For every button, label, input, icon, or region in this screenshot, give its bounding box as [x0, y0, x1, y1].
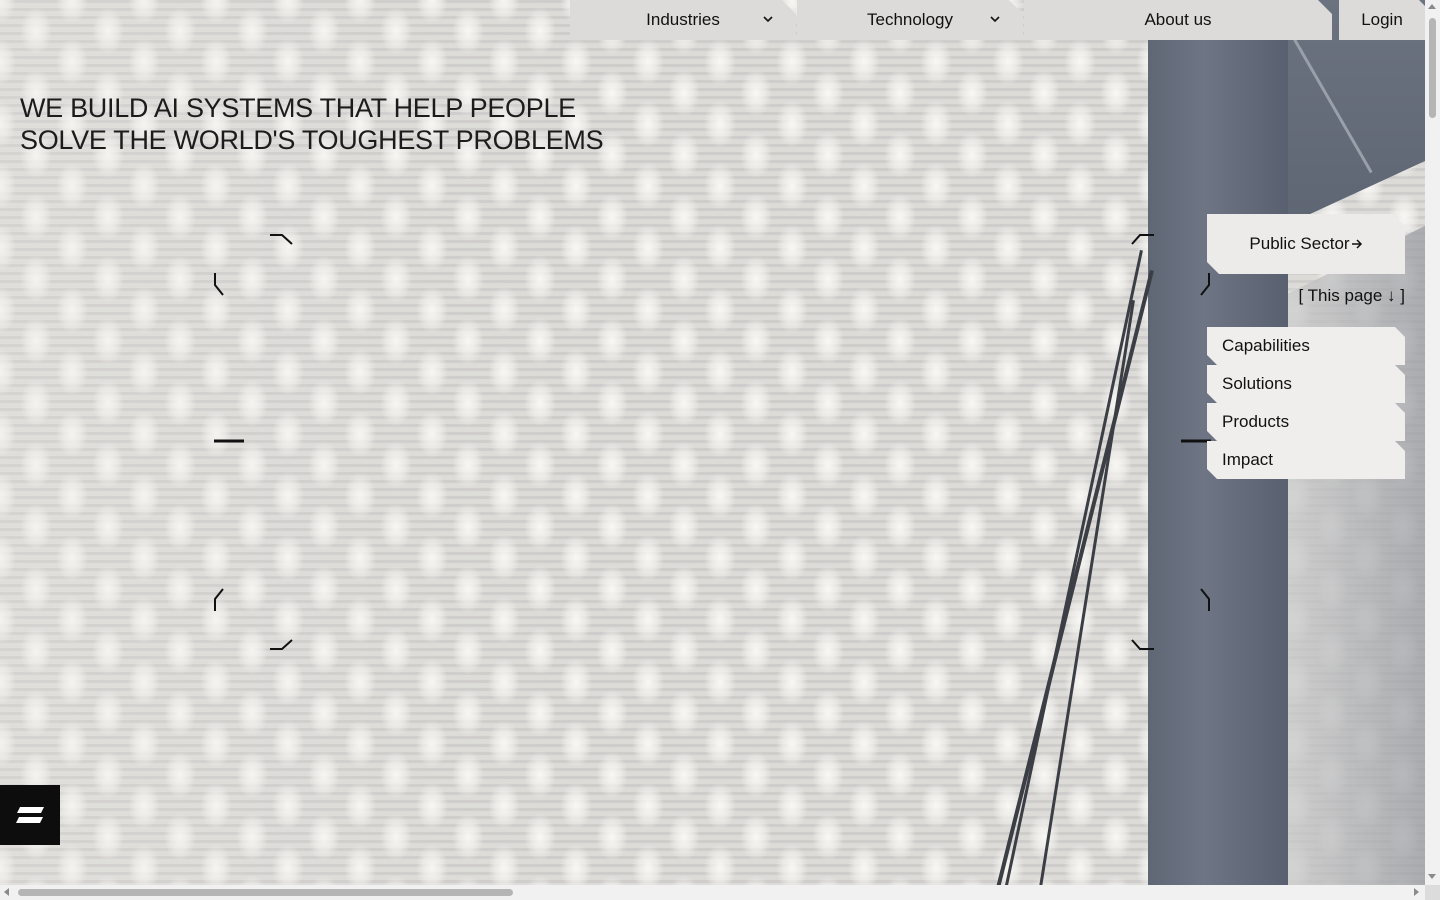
- frame-bracket-top-left-icon: [214, 234, 293, 296]
- nav-industries[interactable]: Industries: [570, 0, 796, 40]
- frame-bracket-top-right-icon: [1131, 234, 1210, 296]
- page-link-solutions[interactable]: Solutions: [1207, 365, 1405, 403]
- menu-button[interactable]: [0, 785, 60, 845]
- bridge-cable: [995, 270, 1154, 885]
- public-sector-button[interactable]: Public Sector: [1207, 214, 1405, 274]
- arrow-right-icon: [1351, 238, 1363, 250]
- nav-technology-label: Technology: [866, 10, 953, 29]
- scroll-up-icon[interactable]: [1428, 4, 1436, 9]
- scroll-left-icon[interactable]: [4, 888, 9, 896]
- frame-bracket-bottom-right-icon: [1131, 588, 1210, 650]
- page-link-impact[interactable]: Impact: [1207, 441, 1405, 479]
- nav-about-us[interactable]: About us: [1024, 0, 1332, 40]
- page-link-label: Solutions: [1222, 374, 1292, 393]
- nav-industries-label: Industries: [646, 10, 720, 29]
- public-sector-label: Public Sector: [1249, 234, 1350, 253]
- bridge-cable: [1035, 300, 1135, 885]
- scroll-right-icon[interactable]: [1414, 888, 1419, 896]
- scroll-down-icon[interactable]: [1428, 874, 1436, 879]
- bridge-cable: [1002, 250, 1143, 885]
- page-link-products[interactable]: Products: [1207, 403, 1405, 441]
- nav-technology[interactable]: Technology: [797, 0, 1023, 40]
- page-section-links: Capabilities Solutions Products Impact: [1207, 327, 1405, 479]
- frame-tick-left-icon: [214, 439, 244, 443]
- top-navigation: Industries Technology About us Login: [570, 0, 1434, 40]
- page-link-label: Products: [1222, 412, 1290, 431]
- login-button[interactable]: Login: [1339, 0, 1433, 40]
- page-link-capabilities[interactable]: Capabilities: [1207, 327, 1405, 365]
- chevron-down-icon: [989, 13, 1001, 25]
- chevron-down-icon: [762, 13, 774, 25]
- hero-headline-line-1: WE BUILD AI SYSTEMS THAT HELP PEOPLE: [20, 93, 576, 123]
- hero-headline: WE BUILD AI SYSTEMS THAT HELP PEOPLE SOL…: [20, 92, 640, 156]
- page-link-label: Capabilities: [1222, 336, 1310, 355]
- horizontal-scrollbar[interactable]: [0, 885, 1425, 900]
- login-label: Login: [1361, 10, 1403, 29]
- vertical-scroll-thumb[interactable]: [1429, 18, 1436, 118]
- vertical-scrollbar[interactable]: [1425, 0, 1440, 885]
- menu-icon: [16, 807, 44, 823]
- frame-bracket-bottom-left-icon: [214, 588, 293, 650]
- this-page-label: [ This page ↓ ]: [1298, 286, 1405, 305]
- nav-about-us-label: About us: [1144, 10, 1212, 29]
- page-link-label: Impact: [1222, 450, 1274, 469]
- hero-headline-line-2: SOLVE THE WORLD'S TOUGHEST PROBLEMS: [20, 125, 604, 155]
- horizontal-scroll-thumb[interactable]: [18, 889, 513, 896]
- scrollbar-corner: [1425, 885, 1440, 900]
